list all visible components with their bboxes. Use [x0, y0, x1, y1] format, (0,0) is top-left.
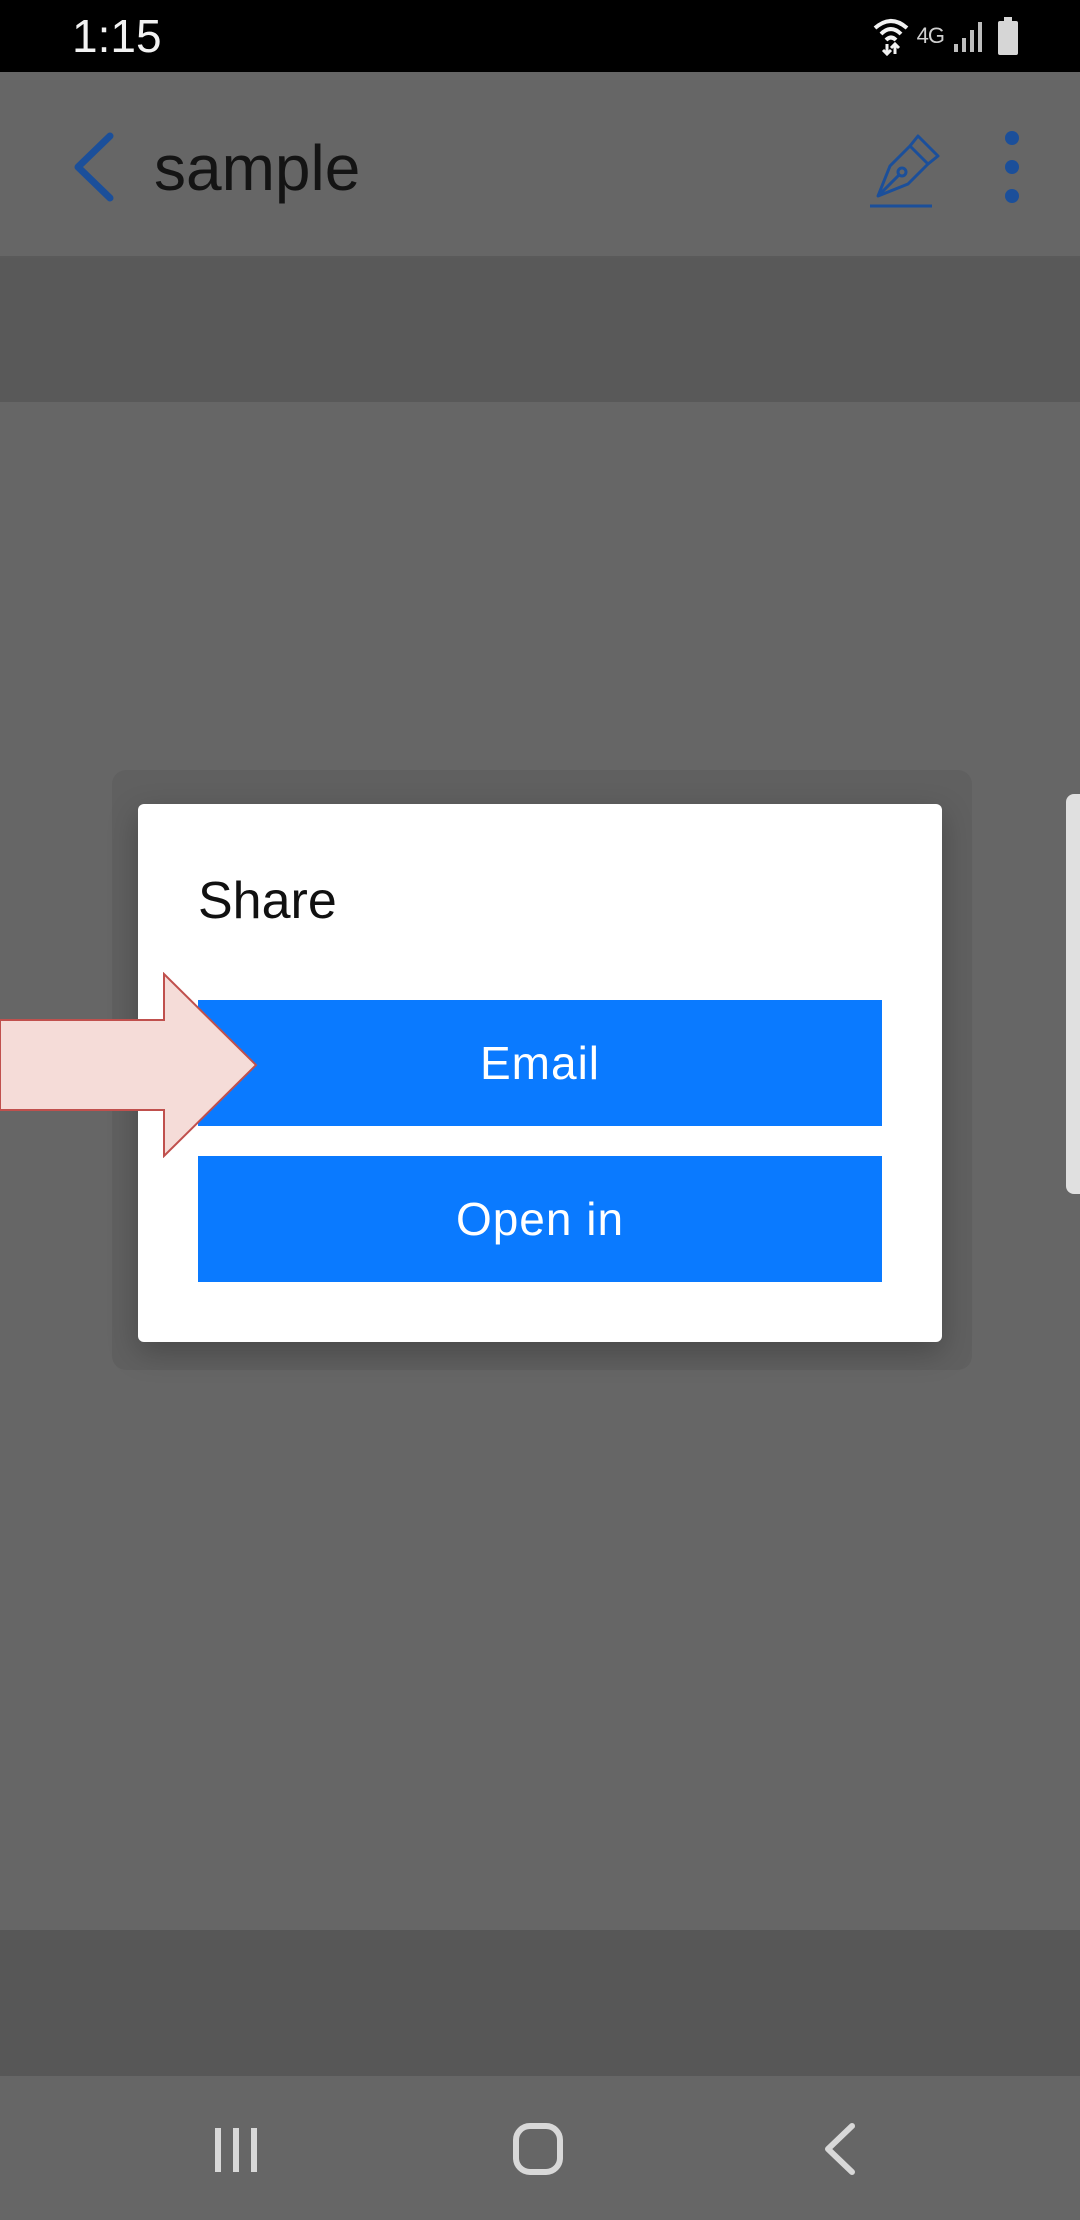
- nav-home-button[interactable]: [488, 2104, 588, 2194]
- back-button[interactable]: [60, 122, 130, 212]
- status-bar: 1:15 4G: [0, 0, 1080, 72]
- screen: 1:15 4G sample Share Email Open in: [0, 0, 1080, 2220]
- callout-arrow-icon: [0, 972, 258, 1158]
- recents-icon: [215, 2128, 257, 2172]
- battery-icon: [998, 17, 1018, 55]
- nav-back-button[interactable]: [790, 2104, 890, 2194]
- app-bar: sample: [0, 72, 1080, 258]
- more-vertical-icon: [1005, 131, 1019, 203]
- document-title: sample: [154, 132, 361, 204]
- toolbar-strip: [0, 258, 1080, 402]
- email-button[interactable]: Email: [198, 1000, 882, 1126]
- navigation-bar: [0, 2076, 1080, 2220]
- fountain-pen-icon: [870, 134, 940, 208]
- open-in-button[interactable]: Open in: [198, 1156, 882, 1282]
- bottom-toolbar: [0, 1930, 1080, 2076]
- signal-icon: [954, 22, 982, 52]
- back-icon: [825, 2123, 855, 2175]
- home-icon: [513, 2123, 563, 2175]
- status-icons: 4G: [873, 14, 1020, 58]
- dialog-title: Share: [198, 872, 337, 930]
- status-time: 1:15: [72, 10, 162, 62]
- overflow-menu-button[interactable]: [990, 122, 1034, 212]
- sign-button[interactable]: [866, 122, 946, 212]
- nav-recents-button[interactable]: [186, 2104, 286, 2194]
- network-type-label: 4G: [916, 23, 945, 48]
- scrollbar-thumb[interactable]: [1066, 794, 1080, 1194]
- chevron-left-icon: [74, 132, 114, 202]
- wifi-icon: [873, 19, 908, 56]
